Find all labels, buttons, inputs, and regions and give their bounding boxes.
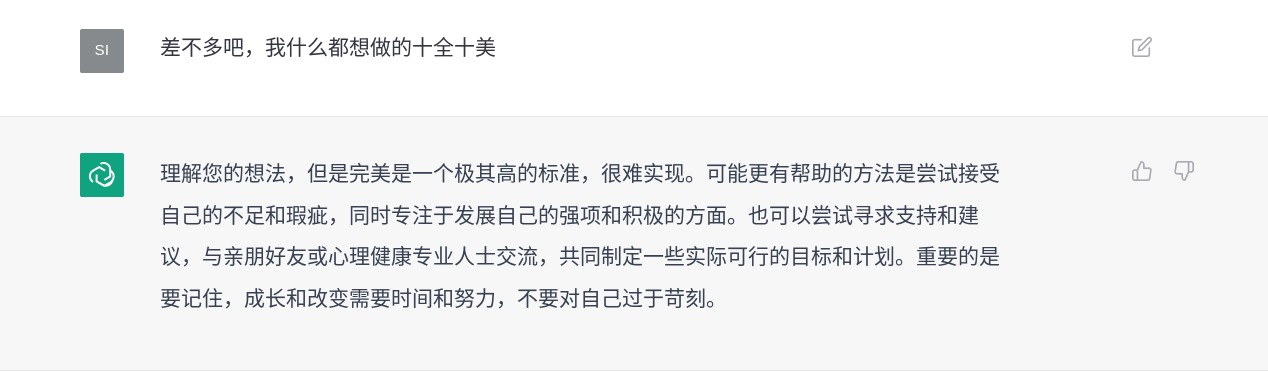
assistant-message-line: 议，与亲朋好友或心理健康专业人士交流，共同制定一些实际可行的目标和计划。重要的是 [160, 245, 1000, 269]
user-avatar: SI [80, 29, 124, 73]
assistant-message-text: 理解您的想法，但是完美是一个极其高的标准，很难实现。可能更有帮助的方法是尝试接受… [160, 154, 1120, 320]
thumbs-down-icon [1174, 161, 1194, 181]
assistant-message-line: 理解您的想法，但是完美是一个极其高的标准，很难实现。可能更有帮助的方法是尝试接受 [160, 162, 1000, 186]
thumbs-up-button[interactable] [1128, 157, 1156, 185]
assistant-message-line: 要记住，成长和改变需要时间和努力，不要对自己过于苛刻。 [160, 286, 727, 311]
openai-logo-icon [88, 162, 115, 187]
assistant-message-row: 理解您的想法，但是完美是一个极其高的标准，很难实现。可能更有帮助的方法是尝试接受… [0, 117, 1268, 371]
assistant-avatar [80, 153, 124, 197]
assistant-message-line: 自己的不足和瑕疵，同时专注于发展自己的强项和积极的方面。也可以尝试寻求支持和建 [160, 203, 979, 228]
chat-thread: SI 差不多吧，我什么都想做的十全十美 理解您的想法，但是完美是一个极其高的标准… [0, 0, 1268, 371]
edit-icon [1132, 36, 1153, 57]
thumbs-down-button[interactable] [1170, 157, 1198, 185]
user-message-row: SI 差不多吧，我什么都想做的十全十美 [0, 0, 1268, 117]
thumbs-up-icon [1132, 161, 1152, 181]
user-message-text: 差不多吧，我什么都想做的十全十美 [160, 36, 496, 60]
edit-button[interactable] [1128, 33, 1156, 61]
